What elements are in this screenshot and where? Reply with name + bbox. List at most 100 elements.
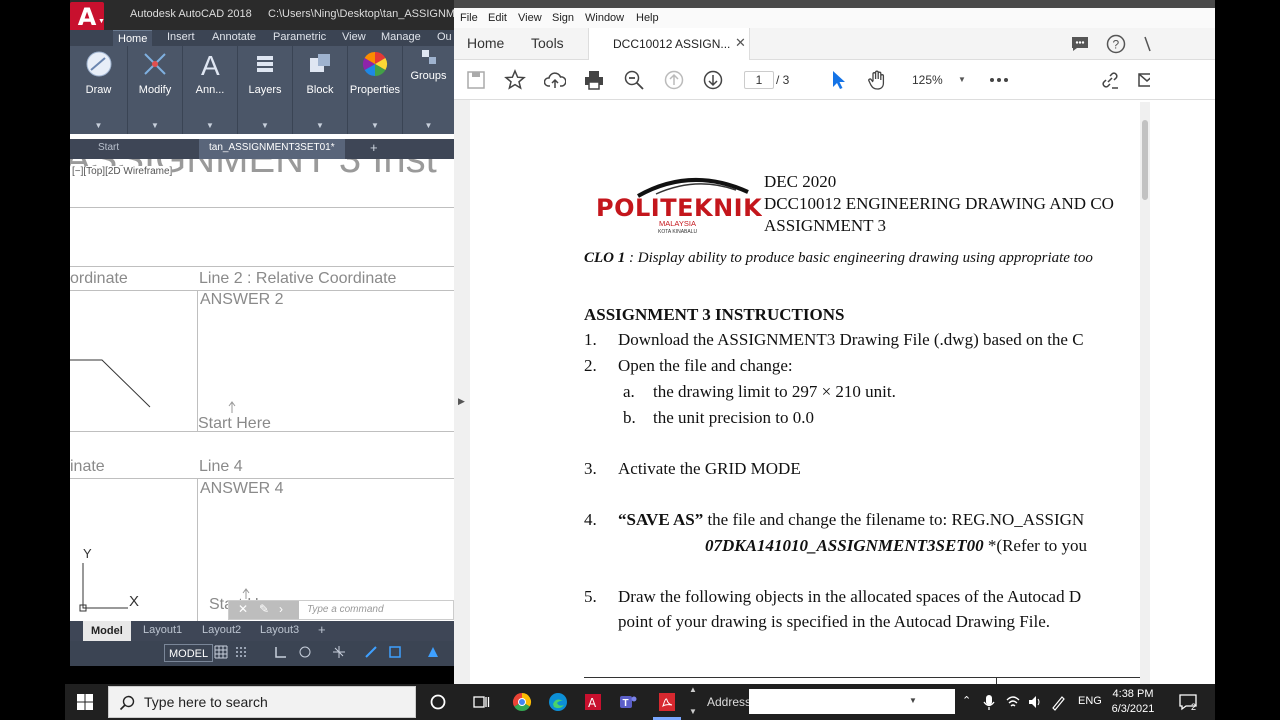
osnap-icon[interactable] (332, 645, 346, 659)
new-tab-icon[interactable]: + (370, 140, 378, 155)
drawing-lines (70, 359, 250, 612)
previous-page-icon[interactable] (663, 69, 685, 91)
command-input[interactable]: Type a command (307, 604, 384, 615)
tab-start[interactable]: Start (98, 142, 119, 153)
panel-layers[interactable]: Layers ▼ (238, 46, 293, 134)
filename-example-bold: 07DKA141010_ASSIGNMENT3SET00 (705, 536, 984, 555)
menu-help[interactable]: Help (636, 12, 659, 24)
tab-parametric[interactable]: Parametric (273, 31, 326, 43)
command-line[interactable]: ✕ ✎ › Type a command (228, 600, 454, 620)
scrollbar-thumb[interactable] (1142, 120, 1148, 200)
model-space-button[interactable]: MODEL (164, 644, 214, 662)
hand-tool-icon[interactable] (866, 69, 888, 91)
panel-properties[interactable]: Properties ▼ (348, 46, 403, 134)
snap-icon[interactable] (234, 645, 248, 659)
menu-view[interactable]: View (518, 12, 542, 24)
drawing-area[interactable]: ASSIGNMENT 3 Inst [−][Top][2D Wireframe]… (70, 159, 454, 621)
tab-tools[interactable]: Tools (531, 35, 564, 51)
cortana-icon[interactable] (428, 692, 448, 712)
tab-drawing[interactable]: tan_ASSIGNMENT3SET01* (199, 139, 345, 159)
refresh-icon[interactable]: ↻ (935, 692, 947, 709)
autocad-taskbar-icon[interactable]: A (583, 692, 603, 712)
email-icon[interactable] (1138, 69, 1150, 91)
tab-layout2[interactable]: Layout2 (202, 624, 241, 636)
panel-label: Properties (349, 84, 401, 96)
page-total: / 3 (776, 73, 790, 87)
tab-output[interactable]: Ou (437, 31, 452, 43)
teams-icon[interactable]: T (618, 692, 638, 712)
panel-label: Block (306, 84, 334, 96)
save-icon[interactable] (465, 69, 487, 91)
chevron-down-icon[interactable]: ▼ (689, 707, 697, 716)
ortho-icon[interactable] (274, 645, 288, 659)
windows-start-icon[interactable] (77, 694, 93, 710)
tab-home[interactable]: Home (113, 30, 153, 46)
vertical-scrollbar[interactable] (1140, 102, 1150, 684)
panel-modify[interactable]: Modify ▼ (128, 46, 183, 134)
menu-edit[interactable]: Edit (488, 12, 507, 24)
wrench-icon[interactable]: ✎ (259, 602, 269, 616)
selection-icon[interactable] (388, 645, 402, 659)
address-toolbar-label: Address (707, 695, 752, 709)
volume-icon[interactable] (1027, 692, 1043, 712)
zoom-select[interactable]: 125% ▼ (902, 71, 972, 89)
address-input[interactable]: ▼ (749, 689, 955, 714)
menu-window[interactable]: Window (585, 12, 624, 24)
select-cursor-icon[interactable] (827, 69, 849, 91)
upload-cloud-icon[interactable] (544, 69, 566, 91)
panel-block[interactable]: Block ▼ (293, 46, 348, 134)
panel-draw[interactable]: Draw ▼ (70, 46, 128, 134)
network-icon[interactable] (1005, 692, 1021, 712)
tab-manage[interactable]: Manage (381, 31, 421, 43)
zoom-out-icon[interactable] (623, 69, 645, 91)
tab-home[interactable]: Home (467, 35, 504, 51)
clock[interactable]: 4:38 PM 6/3/2021 (1103, 687, 1163, 717)
panel-annotation[interactable]: A Ann... ▼ (183, 46, 238, 134)
tab-insert[interactable]: Insert (167, 31, 195, 43)
comment-icon[interactable] (1070, 35, 1090, 53)
instruction-text: the file and change the filename to: REG… (703, 510, 1085, 529)
tab-annotate[interactable]: Annotate (212, 31, 256, 43)
tab-layout1[interactable]: Layout1 (143, 624, 182, 636)
tray-overflow-icon[interactable]: ⌃ (962, 694, 971, 707)
menu-file[interactable]: File (460, 12, 478, 24)
chevron-up-icon[interactable]: ▲ (689, 685, 697, 694)
chevron-down-icon: ▼ (261, 121, 269, 130)
print-icon[interactable] (583, 69, 605, 91)
modify-icon (144, 53, 166, 75)
tab-model[interactable]: Model (83, 621, 131, 641)
close-icon[interactable]: ✕ (238, 602, 248, 616)
share-link-icon[interactable] (1099, 69, 1121, 91)
pen-icon[interactable] (1050, 692, 1066, 712)
microphone-icon[interactable] (982, 692, 996, 712)
grid-icon[interactable] (214, 645, 228, 659)
help-icon[interactable]: ? (1106, 34, 1126, 54)
tab-document[interactable]: DCC10012 ASSIGN... ✕ (588, 28, 750, 60)
ribbon-tabs: Home Insert Annotate Parametric View Man… (70, 30, 454, 46)
language-indicator[interactable]: ENG (1078, 695, 1102, 707)
menu-sign[interactable]: Sign (552, 12, 574, 24)
acrobat-taskbar-icon[interactable] (657, 692, 677, 712)
y-axis-label: Y (83, 546, 92, 561)
edge-icon[interactable] (548, 692, 568, 712)
tab-layout3[interactable]: Layout3 (260, 624, 299, 636)
annotation-icon[interactable] (426, 645, 440, 659)
more-options-icon[interactable] (988, 69, 1010, 91)
polar-icon[interactable] (298, 645, 312, 659)
tab-view[interactable]: View (342, 31, 366, 43)
header-course: DCC10012 ENGINEERING DRAWING AND CO (764, 194, 1114, 213)
expand-panel-icon[interactable]: ▶ (458, 396, 465, 407)
chrome-icon[interactable] (512, 692, 532, 712)
sign-in-icon[interactable] (1142, 34, 1152, 54)
next-page-icon[interactable] (702, 69, 724, 91)
line-weight-icon[interactable] (364, 645, 378, 659)
taskbar-search[interactable]: Type here to search (108, 686, 416, 718)
chevron-down-icon[interactable]: ▼ (909, 696, 917, 705)
star-icon[interactable] (504, 69, 526, 91)
page-number-input[interactable]: 1 (744, 71, 774, 89)
task-view-icon[interactable] (471, 692, 491, 712)
chevron-down-icon: ▼ (151, 121, 159, 130)
panel-groups[interactable]: Groups ▼ (403, 46, 454, 134)
close-icon[interactable]: ✕ (735, 35, 746, 51)
add-layout-icon[interactable]: + (318, 622, 326, 637)
